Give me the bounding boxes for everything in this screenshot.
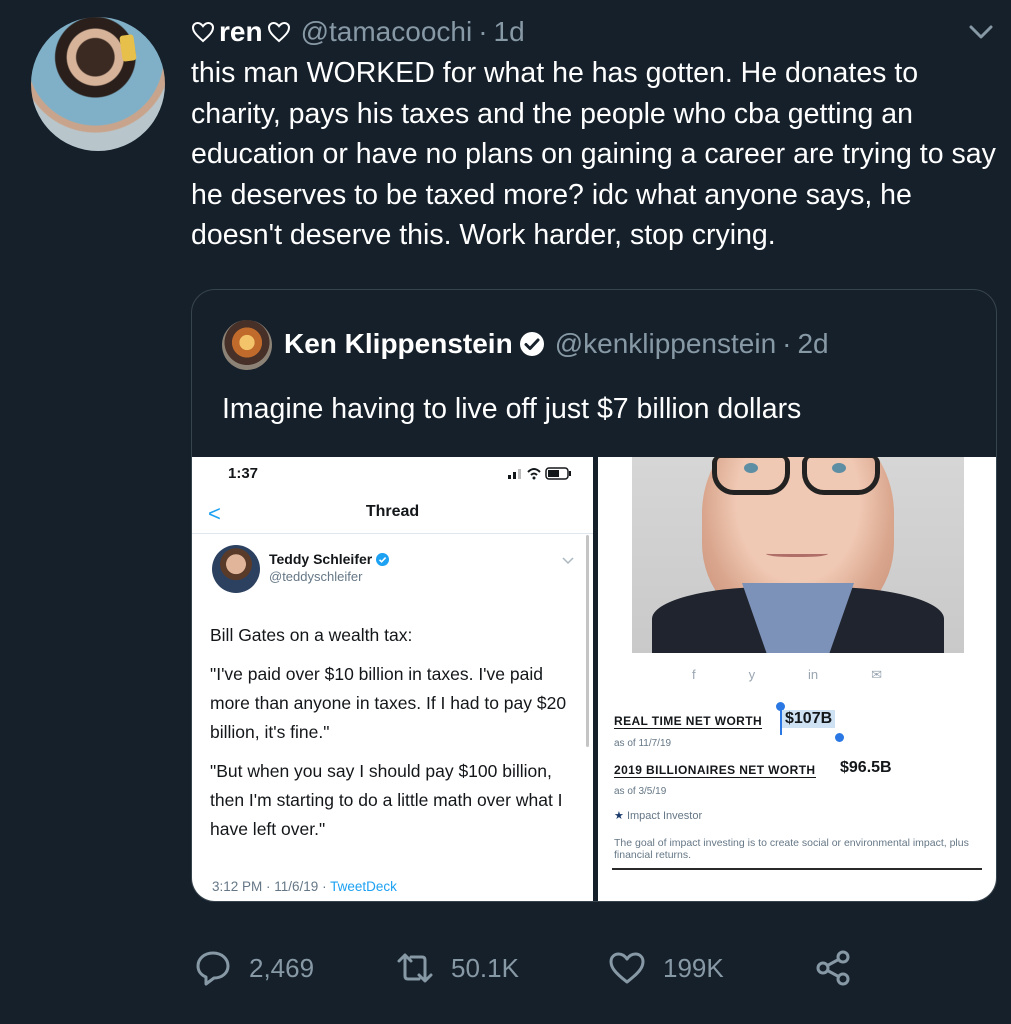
media-net-worth-screenshot[interactable]: f y in ✉ REAL TIME NET WORTH $107B as of… bbox=[598, 457, 996, 901]
tweet-timestamp[interactable]: 1d bbox=[494, 16, 525, 48]
media-thread-screenshot[interactable]: 1:37 < Thread Teddy Schleifer @teddyschl… bbox=[192, 457, 593, 901]
chevron-down-icon[interactable] bbox=[966, 22, 996, 42]
thread-paragraph: "But when you say I should pay $100 bill… bbox=[210, 761, 563, 839]
impact-investor-label: Impact Investor bbox=[626, 810, 703, 822]
thread-footer-time: 3:12 PM · 11/6/19 · bbox=[212, 879, 331, 894]
retweet-count: 50.1K bbox=[451, 952, 519, 983]
quoted-tweet-header: Ken Klippenstein @kenklippenstein · 2d bbox=[284, 323, 829, 365]
thread-title: Thread bbox=[365, 503, 420, 520]
quoted-tweet[interactable]: Ken Klippenstein @kenklippenstein · 2d I… bbox=[191, 289, 997, 902]
reply-icon bbox=[196, 951, 230, 986]
thread-footer-app: TweetDeck bbox=[330, 879, 397, 894]
portrait-eye bbox=[744, 463, 758, 473]
separator-dot: · bbox=[782, 328, 792, 359]
twitter-icon[interactable]: y bbox=[749, 667, 756, 683]
facebook-icon[interactable]: f bbox=[692, 667, 696, 683]
portrait-photo bbox=[632, 457, 964, 653]
real-time-net-worth-value: $107B bbox=[782, 710, 836, 728]
chevron-down-icon bbox=[562, 557, 574, 565]
quoted-user-avatar[interactable] bbox=[222, 320, 272, 370]
portrait-eye bbox=[832, 463, 846, 473]
billionaires-net-worth-value: $96.5B bbox=[840, 759, 892, 776]
quoted-user-handle[interactable]: @kenklippenstein bbox=[555, 328, 776, 360]
thread-footer: 3:12 PM · 11/6/19 · TweetDeck bbox=[212, 879, 397, 894]
real-time-net-worth-label: REAL TIME NET WORTH bbox=[614, 714, 763, 729]
share-button[interactable] bbox=[813, 944, 853, 992]
like-button[interactable]: 199K bbox=[607, 944, 724, 992]
heart-icon bbox=[609, 952, 645, 984]
status-bar-icons bbox=[508, 467, 571, 480]
divider bbox=[612, 868, 982, 870]
selection-handle bbox=[835, 733, 844, 742]
separator-dot: · bbox=[478, 16, 488, 47]
thread-paragraph: Bill Gates on a wealth tax: bbox=[210, 625, 413, 645]
scrollbar bbox=[586, 535, 589, 747]
status-bar-time: 1:37 bbox=[228, 465, 259, 482]
quoted-display-name[interactable]: Ken Klippenstein bbox=[284, 328, 513, 360]
display-name[interactable]: ren bbox=[191, 16, 291, 48]
user-handle[interactable]: @tamacoochi bbox=[301, 16, 473, 48]
portrait-mouth bbox=[766, 549, 828, 557]
email-icon[interactable]: ✉ bbox=[871, 667, 882, 683]
share-icon-row: f y in ✉ bbox=[692, 667, 882, 683]
billionaires-net-worth-label: 2019 BILLIONAIRES NET WORTH bbox=[614, 763, 816, 778]
thread-author-name: Teddy Schleifer bbox=[269, 551, 390, 567]
retweet-icon bbox=[397, 953, 433, 983]
share-icon bbox=[816, 950, 850, 986]
quoted-tweet-timestamp[interactable]: 2d bbox=[797, 328, 828, 360]
thread-author-name-text: Teddy Schleifer bbox=[269, 551, 373, 567]
star-icon: ★ bbox=[614, 810, 624, 822]
thread-paragraph: "I've paid over $10 billion in taxes. I'… bbox=[210, 664, 567, 742]
as-of-date: as of 3/5/19 bbox=[614, 786, 667, 797]
verified-badge-icon bbox=[519, 332, 544, 356]
as-of-date: as of 11/7/19 bbox=[614, 738, 672, 749]
thread-author-handle: @teddyschleifer bbox=[269, 569, 363, 584]
user-avatar[interactable] bbox=[31, 17, 165, 151]
tweet-text: this man WORKED for what he has gotten. … bbox=[191, 57, 996, 251]
verified-badge-icon bbox=[376, 552, 390, 566]
reply-button[interactable]: 2,469 bbox=[193, 944, 314, 992]
heart-outline-icon bbox=[267, 21, 290, 43]
like-count: 199K bbox=[663, 952, 724, 983]
impact-investor-tag: ★ Impact Investor bbox=[614, 809, 702, 822]
heart-outline-icon bbox=[191, 21, 215, 43]
quoted-tweet-text: Imagine having to live off just $7 billi… bbox=[222, 393, 802, 425]
avatar-phone-detail bbox=[119, 34, 137, 62]
thread-author-avatar bbox=[212, 545, 260, 593]
impact-description: The goal of impact investing is to creat… bbox=[614, 837, 969, 861]
tweet-header: ren @tamacoochi · 1d bbox=[191, 12, 525, 52]
retweet-button[interactable]: 50.1K bbox=[395, 944, 519, 992]
tweet-actions: 2,469 50.1K 199K bbox=[193, 944, 873, 992]
reply-count: 2,469 bbox=[249, 952, 315, 983]
divider bbox=[192, 533, 593, 534]
linkedin-icon[interactable]: in bbox=[808, 667, 818, 683]
thread-body: Bill Gates on a wealth tax: "I've paid o… bbox=[210, 621, 580, 854]
display-name-text: ren bbox=[219, 16, 263, 47]
